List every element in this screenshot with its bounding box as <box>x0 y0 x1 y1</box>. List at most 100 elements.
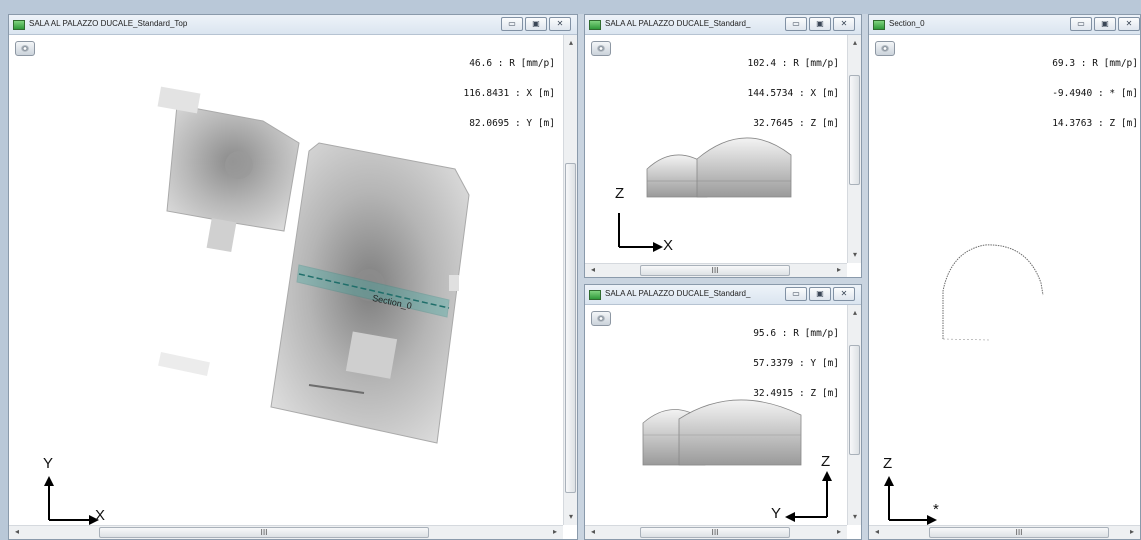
minimize-icon: ▭ <box>792 289 800 298</box>
minimize-button[interactable]: ▭ <box>501 17 523 31</box>
side-view-titlebar[interactable]: SALA AL PALAZZO DUCALE_Standard_ ▭ ▣ ✕ <box>585 285 861 305</box>
front-horizontal-scrollbar[interactable]: ◂ III ▸ <box>585 263 847 277</box>
scroll-right-arrow[interactable]: ▸ <box>833 264 845 276</box>
vertical-scroll-thumb[interactable] <box>849 75 860 185</box>
top-view-titlebar[interactable]: SALA AL PALAZZO DUCALE_Standard_Top ▭ ▣ … <box>9 15 577 35</box>
scroll-down-arrow[interactable]: ▾ <box>849 511 861 523</box>
offset-readout: -9.4940 : * [m] <box>1052 88 1138 99</box>
maximize-icon: ▣ <box>532 19 540 28</box>
section-view-pane: Section_0 ▭ ▣ ✕ 69.3 : R [mm/p] -9.4940 … <box>868 14 1141 540</box>
scroll-right-arrow[interactable]: ▸ <box>549 526 561 538</box>
app-window-icon <box>13 20 25 30</box>
z-axis-label: Z <box>615 185 625 202</box>
side-dome-right <box>678 399 802 466</box>
close-icon: ✕ <box>1125 19 1133 28</box>
scroll-left-arrow[interactable]: ◂ <box>587 264 599 276</box>
section-axis-indicator <box>884 476 937 525</box>
section-view-titlebar[interactable]: Section_0 ▭ ▣ ✕ <box>869 15 1140 35</box>
top-horizontal-scrollbar[interactable]: ◂ III ▸ <box>9 525 563 539</box>
top-axis-indicator <box>44 476 99 525</box>
app-window-icon <box>589 20 601 30</box>
section-profile[interactable] <box>929 235 1069 345</box>
scale-readout: 95.6 : R [mm/p] <box>753 328 839 339</box>
horizontal-scroll-thumb[interactable]: III <box>929 527 1109 538</box>
scale-readout: 69.3 : R [mm/p] <box>1052 58 1138 69</box>
scroll-down-arrow[interactable]: ▾ <box>849 249 861 261</box>
minimize-icon: ▭ <box>792 19 800 28</box>
scroll-right-arrow[interactable]: ▸ <box>833 526 845 538</box>
eye-icon[interactable] <box>591 311 611 326</box>
front-view-point-cloud[interactable] <box>635 125 835 215</box>
section-view-readout: 69.3 : R [mm/p] -9.4940 : * [m] 14.3763 … <box>1052 39 1138 149</box>
side-view-title: SALA AL PALAZZO DUCALE_Standard_ <box>605 289 751 298</box>
horizontal-scroll-thumb[interactable]: III <box>99 527 429 538</box>
maximize-icon: ▣ <box>1101 19 1109 28</box>
scroll-left-arrow[interactable]: ◂ <box>871 526 883 538</box>
top-view-title: SALA AL PALAZZO DUCALE_Standard_Top <box>29 19 188 28</box>
small-building-outline <box>157 86 300 253</box>
side-view-pane: SALA AL PALAZZO DUCALE_Standard_ ▭ ▣ ✕ 9… <box>584 284 862 540</box>
minimize-button[interactable]: ▭ <box>1070 17 1092 31</box>
scroll-grip: III <box>711 266 719 275</box>
minimize-icon: ▭ <box>1077 19 1085 28</box>
scroll-grip: III <box>260 528 268 537</box>
vertical-scroll-thumb[interactable] <box>565 163 576 493</box>
app-window-icon <box>589 290 601 300</box>
vertical-scroll-thumb[interactable] <box>849 345 860 455</box>
front-view-titlebar[interactable]: SALA AL PALAZZO DUCALE_Standard_ ▭ ▣ ✕ <box>585 15 861 35</box>
z-axis-label: Z <box>821 453 831 470</box>
scale-readout: 102.4 : R [mm/p] <box>747 58 839 69</box>
horizontal-scroll-thumb[interactable]: III <box>640 265 790 276</box>
close-button[interactable]: ✕ <box>833 287 855 301</box>
z-axis-label: Z <box>883 455 893 472</box>
close-button[interactable]: ✕ <box>833 17 855 31</box>
side-view-point-cloud[interactable] <box>635 385 835 475</box>
scroll-up-arrow[interactable]: ▴ <box>565 37 577 49</box>
scroll-grip: III <box>1015 528 1023 537</box>
maximize-button[interactable]: ▣ <box>1094 17 1116 31</box>
y-axis-label: Y <box>43 455 54 472</box>
maximize-icon: ▣ <box>816 19 824 28</box>
close-icon: ✕ <box>840 19 848 28</box>
horizontal-scroll-thumb[interactable]: III <box>640 527 790 538</box>
maximize-button[interactable]: ▣ <box>525 17 547 31</box>
scroll-grip: III <box>711 528 719 537</box>
x-axis-label: X <box>663 237 674 254</box>
maximize-icon: ▣ <box>816 289 824 298</box>
eye-icon[interactable] <box>591 41 611 56</box>
scroll-left-arrow[interactable]: ◂ <box>587 526 599 538</box>
section-horizontal-scrollbar[interactable]: ◂ III ▸ <box>869 525 1140 539</box>
section-view-title: Section_0 <box>889 19 925 28</box>
eye-icon[interactable] <box>875 41 895 56</box>
minimize-button[interactable]: ▭ <box>785 287 807 301</box>
close-button[interactable]: ✕ <box>549 17 571 31</box>
side-vertical-scrollbar[interactable]: ▴ ▾ <box>847 305 861 525</box>
y-readout: 57.3379 : Y [m] <box>753 358 839 369</box>
scroll-up-arrow[interactable]: ▴ <box>849 37 861 49</box>
scroll-left-arrow[interactable]: ◂ <box>11 526 23 538</box>
x-readout: 144.5734 : X [m] <box>747 88 839 99</box>
close-button[interactable]: ✕ <box>1118 17 1140 31</box>
close-icon: ✕ <box>840 289 848 298</box>
minimize-icon: ▭ <box>508 19 516 28</box>
top-view-point-cloud[interactable] <box>9 35 559 505</box>
top-vertical-scrollbar[interactable]: ▴ ▾ <box>563 35 577 525</box>
z-readout: 14.3763 : Z [m] <box>1052 118 1138 129</box>
minimize-button[interactable]: ▭ <box>785 17 807 31</box>
front-view-pane: SALA AL PALAZZO DUCALE_Standard_ ▭ ▣ ✕ 1… <box>584 14 862 278</box>
scroll-up-arrow[interactable]: ▴ <box>849 307 861 319</box>
front-vertical-scrollbar[interactable]: ▴ ▾ <box>847 35 861 263</box>
scroll-right-arrow[interactable]: ▸ <box>1126 526 1138 538</box>
x-axis-label: X <box>95 507 106 524</box>
maximize-button[interactable]: ▣ <box>809 287 831 301</box>
star-axis-label: * <box>933 501 939 518</box>
scroll-down-arrow[interactable]: ▾ <box>565 511 577 523</box>
front-view-title: SALA AL PALAZZO DUCALE_Standard_ <box>605 19 751 28</box>
close-icon: ✕ <box>556 19 564 28</box>
maximize-button[interactable]: ▣ <box>809 17 831 31</box>
top-view-pane: SALA AL PALAZZO DUCALE_Standard_Top ▭ ▣ … <box>8 14 578 540</box>
y-axis-label: Y <box>771 505 782 522</box>
app-window-icon <box>873 20 885 30</box>
side-horizontal-scrollbar[interactable]: ◂ III ▸ <box>585 525 847 539</box>
front-dome-right <box>696 137 792 198</box>
